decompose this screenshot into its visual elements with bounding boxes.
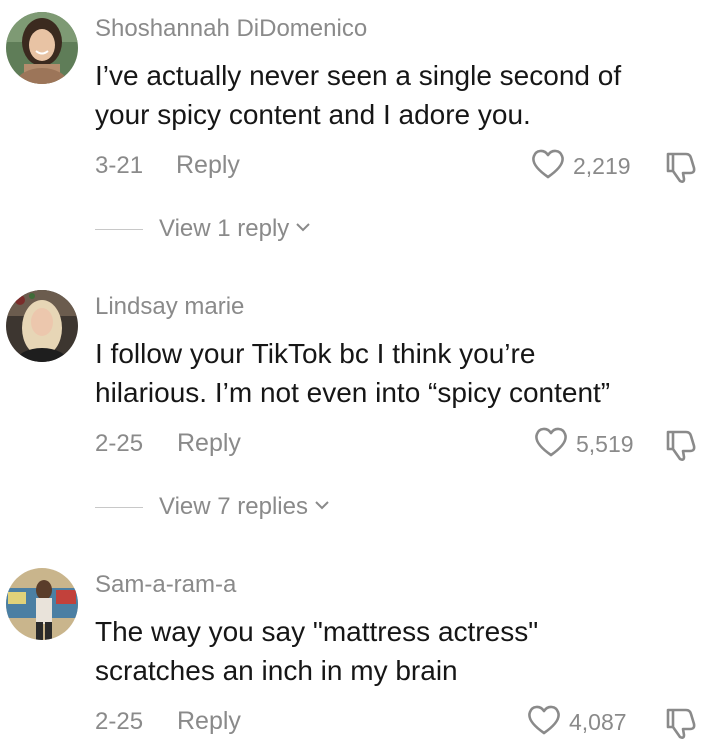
comment-username[interactable]: Lindsay marie [95,293,244,321]
reply-button[interactable]: Reply [177,429,241,458]
like-count: 4,087 [569,709,627,735]
thumbs-down-icon [664,152,700,188]
comment-text: I follow your TikTok bc I think you’re h… [95,334,705,412]
comment-text-line: The way you say "mattress actress" [95,616,539,647]
comment-username[interactable]: Shoshannah DiDomenico [95,15,367,43]
dislike-button[interactable] [664,148,700,189]
comment-text-line: your spicy content and I adore you. [95,99,531,130]
view-replies-button[interactable]: View 7 replies [95,493,330,521]
comment-text-line: hilarious. I’m not even into “spicy cont… [95,377,611,408]
view-replies-button[interactable]: View 1 reply [95,215,311,243]
comment-date: 2-25 [95,708,144,735]
like-button[interactable]: 4,087 [527,704,627,741]
heart-outline-icon [534,426,568,463]
chevron-down-icon [314,498,330,516]
view-replies-label: View 1 reply [159,215,290,242]
comment-text-line: scratches an inch in my brain [95,655,458,686]
comment-text: I’ve actually never seen a single second… [95,56,705,134]
view-replies-label: View 7 replies [159,493,308,520]
comment-text-line: I follow your TikTok bc I think you’re [95,338,536,369]
like-button[interactable]: 5,519 [534,426,634,463]
dislike-button[interactable] [664,704,700,745]
heart-outline-icon [527,704,561,741]
like-count: 2,219 [573,153,631,179]
comment-date: 2-25 [95,430,144,457]
reply-button[interactable]: Reply [176,151,240,180]
like-button[interactable]: 2,219 [531,148,631,185]
comment-text: The way you say "mattress actress" scrat… [95,612,705,690]
reply-divider [95,228,143,230]
comment-username[interactable]: Sam-a-ram-a [95,571,236,599]
reply-button[interactable]: Reply [177,707,241,736]
chevron-down-icon [295,220,311,238]
avatar[interactable] [6,12,78,84]
avatar[interactable] [6,290,78,362]
like-count: 5,519 [576,431,634,457]
thumbs-down-icon [664,708,700,744]
avatar[interactable] [6,568,78,640]
thumbs-down-icon [664,430,700,466]
comment-date: 3-21 [95,152,144,179]
reply-divider [95,506,143,508]
dislike-button[interactable] [664,426,700,467]
heart-outline-icon [531,148,565,185]
comment-text-line: I’ve actually never seen a single second… [95,60,622,91]
